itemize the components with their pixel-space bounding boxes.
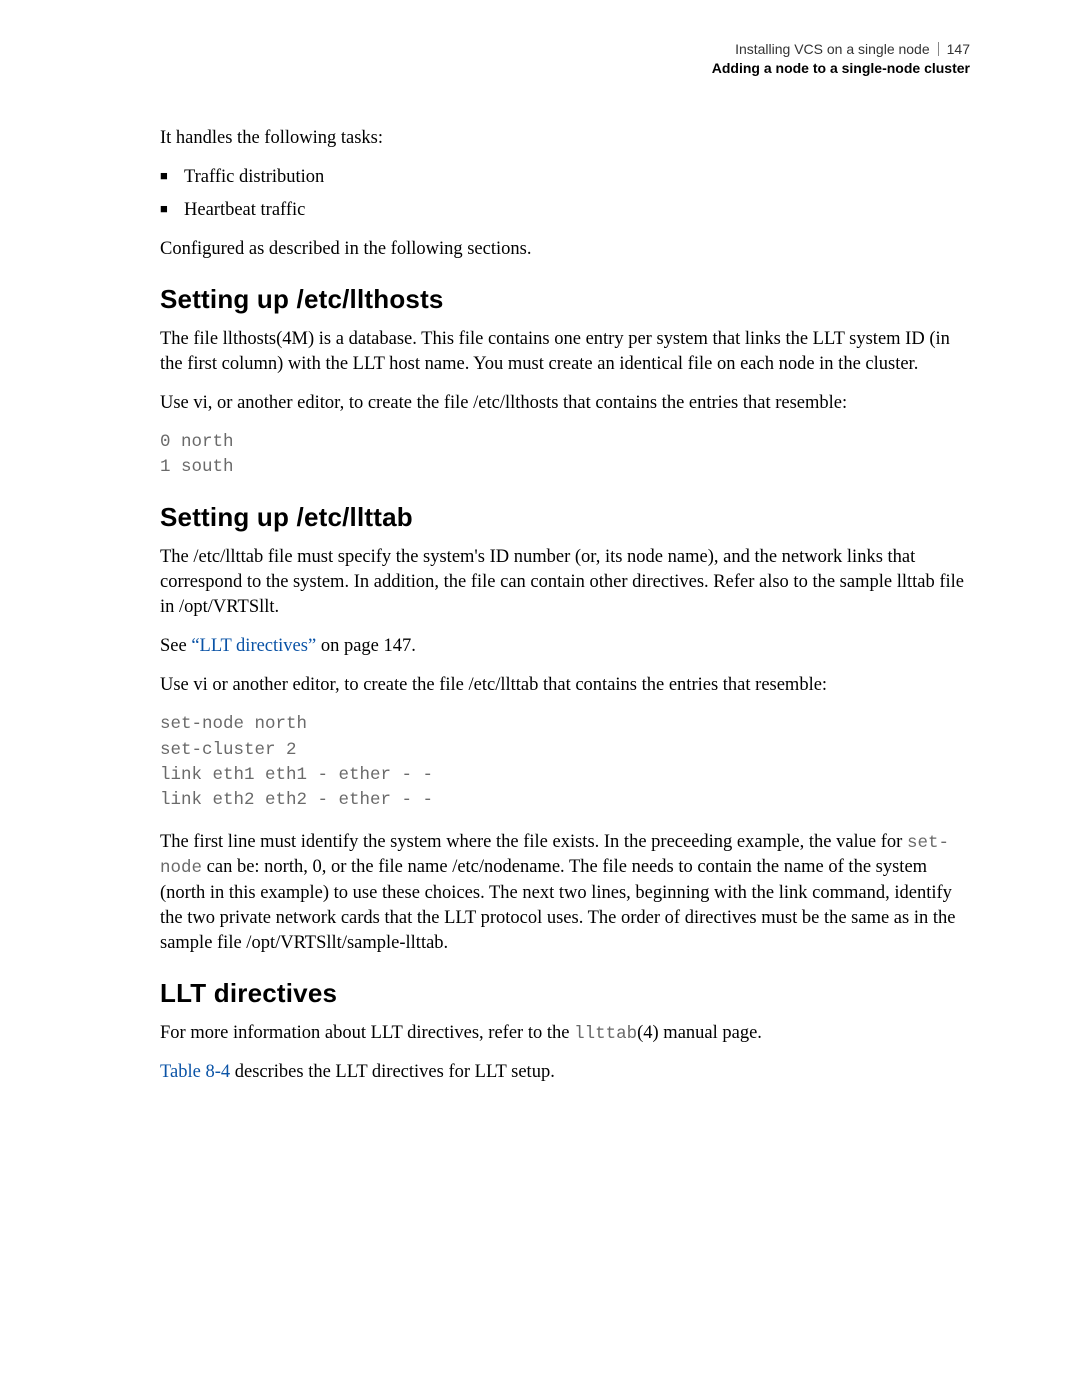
see-suffix: on page 147. bbox=[316, 636, 416, 656]
llttab-inline-code: llttab bbox=[574, 1024, 637, 1044]
llthosts-p1: The file llthosts(4M) is a database. Thi… bbox=[160, 327, 970, 377]
directives-p1-suffix: (4) manual page. bbox=[637, 1023, 762, 1043]
directives-p1-prefix: For more information about LLT directive… bbox=[160, 1023, 574, 1043]
llttab-see-line: See “LLT directives” on page 147. bbox=[160, 634, 970, 659]
list-item: Heartbeat traffic bbox=[160, 198, 970, 223]
llthosts-code-block: 0 north 1 south bbox=[160, 430, 970, 481]
llttab-p3: The first line must identify the system … bbox=[160, 830, 970, 956]
intro-paragraph-2: Configured as described in the following… bbox=[160, 237, 970, 262]
page-number: 147 bbox=[947, 40, 970, 59]
llttab-p3-prefix: The first line must identify the system … bbox=[160, 832, 907, 852]
see-prefix: See bbox=[160, 636, 191, 656]
list-item: Traffic distribution bbox=[160, 165, 970, 190]
directives-p2: Table 8-4 describes the LLT directives f… bbox=[160, 1060, 970, 1085]
directives-p1: For more information about LLT directive… bbox=[160, 1021, 970, 1047]
header-top-line: Installing VCS on a single node 147 bbox=[160, 40, 970, 59]
heading-llthosts: Setting up /etc/llthosts bbox=[160, 284, 970, 315]
llt-directives-link[interactable]: “LLT directives” bbox=[191, 636, 316, 656]
page-container: Installing VCS on a single node 147 Addi… bbox=[0, 0, 1080, 1139]
intro-paragraph-1: It handles the following tasks: bbox=[160, 126, 970, 151]
llttab-p2: Use vi or another editor, to create the … bbox=[160, 673, 970, 698]
llthosts-p2: Use vi, or another editor, to create the… bbox=[160, 391, 970, 416]
header-chapter-title: Installing VCS on a single node bbox=[735, 40, 930, 59]
llttab-code-block: set-node north set-cluster 2 link eth1 e… bbox=[160, 712, 970, 814]
header-section-title: Adding a node to a single-node cluster bbox=[160, 59, 970, 78]
directives-p2-suffix: describes the LLT directives for LLT set… bbox=[230, 1062, 555, 1082]
llttab-p3-suffix: can be: north, 0, or the file name /etc/… bbox=[160, 857, 955, 953]
header-separator-icon bbox=[938, 42, 939, 56]
llttab-p1: The /etc/llttab file must specify the sy… bbox=[160, 545, 970, 620]
intro-bullet-list: Traffic distribution Heartbeat traffic bbox=[160, 165, 970, 223]
heading-llt-directives: LLT directives bbox=[160, 978, 970, 1009]
heading-llttab: Setting up /etc/llttab bbox=[160, 502, 970, 533]
page-header: Installing VCS on a single node 147 Addi… bbox=[160, 40, 970, 78]
table-8-4-link[interactable]: Table 8-4 bbox=[160, 1062, 230, 1082]
